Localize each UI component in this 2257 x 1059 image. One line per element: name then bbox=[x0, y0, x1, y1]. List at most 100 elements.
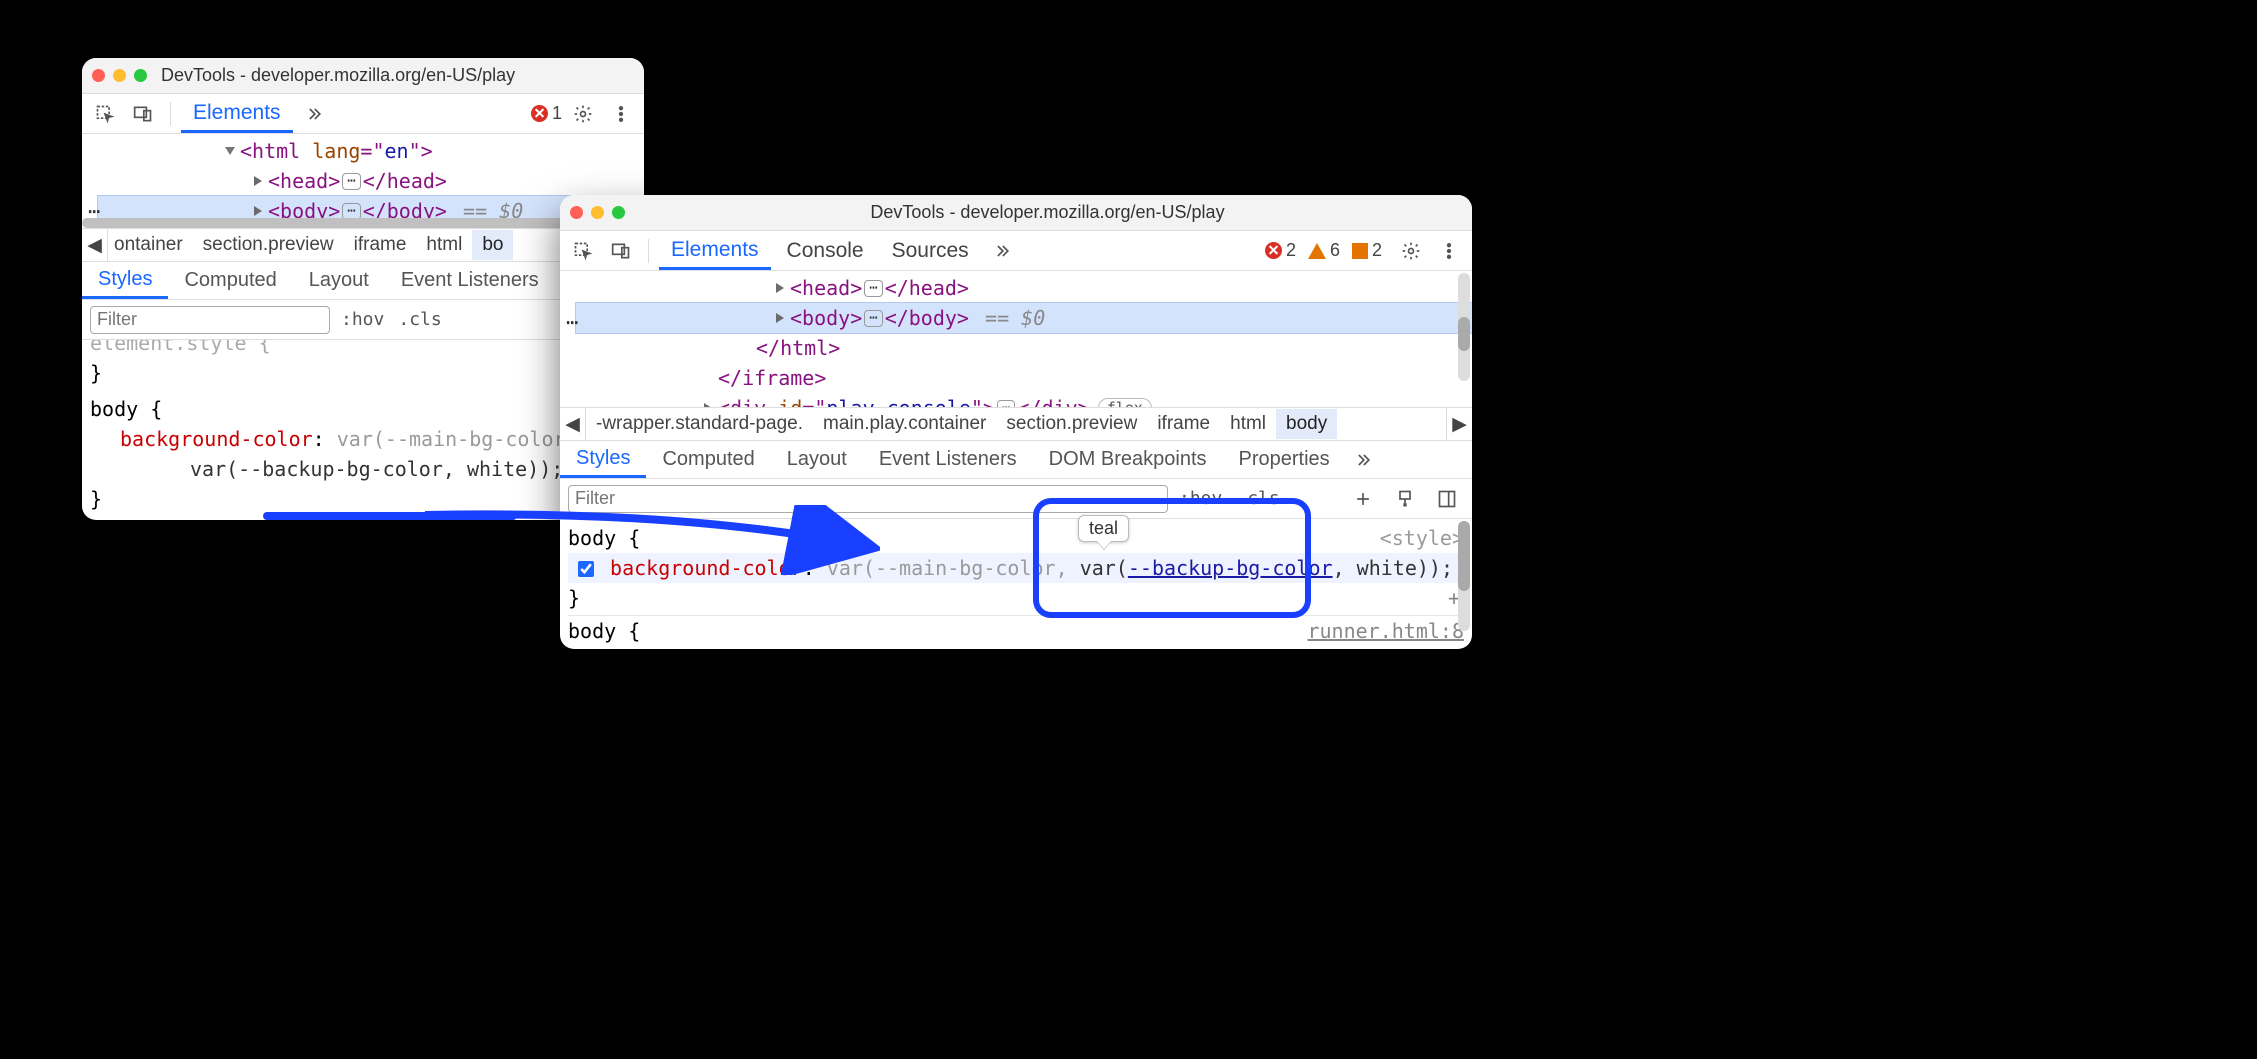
vertical-scrollbar[interactable] bbox=[1458, 521, 1470, 631]
crumb-next-icon[interactable]: ▶ bbox=[1446, 408, 1472, 440]
css-rule[interactable]: element.style { bbox=[90, 340, 636, 358]
ellipsis-icon[interactable]: ⋯ bbox=[342, 173, 360, 190]
tab-sources[interactable]: Sources bbox=[880, 233, 981, 269]
crumb-item[interactable]: iframe bbox=[1147, 409, 1220, 439]
close-icon[interactable] bbox=[92, 69, 105, 82]
minimize-icon[interactable] bbox=[113, 69, 126, 82]
issue-count[interactable]: 2 bbox=[1352, 240, 1382, 261]
titlebar[interactable]: DevTools - developer.mozilla.org/en-US/p… bbox=[82, 58, 644, 94]
subtab-dom-breakpoints[interactable]: DOM Breakpoints bbox=[1033, 442, 1223, 477]
css-selector[interactable]: body { bbox=[90, 394, 162, 424]
hov-button[interactable]: :hov bbox=[1176, 486, 1225, 511]
inspect-icon[interactable] bbox=[88, 97, 122, 131]
cls-button[interactable]: .cls bbox=[1233, 486, 1282, 511]
css-declaration-cont[interactable]: var(--backup-bg-color, white)); bbox=[90, 454, 636, 484]
subtab-layout[interactable]: Layout bbox=[293, 263, 385, 298]
flex-badge[interactable]: flex bbox=[1098, 398, 1152, 407]
tab-elements[interactable]: Elements bbox=[181, 95, 293, 133]
breadcrumb[interactable]: ◀ -wrapper.standard-page. main.play.cont… bbox=[560, 407, 1472, 441]
paint-icon[interactable] bbox=[1388, 482, 1422, 516]
subtab-computed[interactable]: Computed bbox=[168, 263, 292, 298]
css-declaration[interactable]: background-color: var(--main-bg-color, bbox=[90, 424, 636, 454]
selected-node[interactable]: <body>⋯</body> == $0 bbox=[576, 303, 1472, 333]
source-link[interactable]: <style> bbox=[1380, 523, 1464, 553]
crumb-item[interactable]: main.play.container bbox=[813, 409, 996, 439]
main-toolbar: Elements 1 bbox=[82, 94, 644, 134]
css-prop-toggle[interactable] bbox=[578, 561, 594, 577]
titlebar[interactable]: DevTools - developer.mozilla.org/en-US/p… bbox=[560, 195, 1472, 231]
crumb-item[interactable]: -wrapper.standard-page. bbox=[586, 409, 813, 439]
expand-icon[interactable] bbox=[776, 283, 784, 293]
expand-icon[interactable] bbox=[776, 313, 784, 323]
ellipsis-icon[interactable]: ⋯ bbox=[342, 203, 360, 220]
crumb-item[interactable]: body bbox=[1276, 409, 1337, 439]
computed-sidebar-icon[interactable] bbox=[1430, 482, 1464, 516]
expand-icon[interactable] bbox=[254, 206, 262, 216]
more-subtabs-icon[interactable] bbox=[1346, 443, 1380, 477]
styles-pane[interactable]: body { <style> background-color: var(--m… bbox=[560, 519, 1472, 649]
minimize-icon[interactable] bbox=[591, 206, 604, 219]
crumb-item[interactable]: ontainer bbox=[104, 230, 193, 260]
dom-tree[interactable]: <head>⋯</head> <body>⋯</body> == $0 </ht… bbox=[560, 271, 1472, 407]
crumb-item[interactable]: section.preview bbox=[996, 409, 1147, 439]
settings-icon[interactable] bbox=[566, 97, 600, 131]
devtools-window-b: DevTools - developer.mozilla.org/en-US/p… bbox=[560, 195, 1472, 649]
inspect-icon[interactable] bbox=[566, 234, 600, 268]
horizontal-scrollbar[interactable] bbox=[82, 218, 632, 228]
separator bbox=[648, 239, 649, 263]
css-declaration[interactable]: background-color: var(--main-bg-color, v… bbox=[568, 553, 1464, 583]
close-icon[interactable] bbox=[570, 206, 583, 219]
zoom-icon[interactable] bbox=[612, 206, 625, 219]
crumb-item[interactable]: html bbox=[1220, 409, 1276, 439]
zoom-icon[interactable] bbox=[134, 69, 147, 82]
warn-count[interactable]: 6 bbox=[1308, 240, 1340, 261]
device-toolbar-icon[interactable] bbox=[126, 97, 160, 131]
error-count[interactable]: 1 bbox=[531, 103, 562, 124]
ellipsis-icon[interactable]: ⋯ bbox=[864, 280, 882, 297]
expand-icon[interactable] bbox=[254, 176, 262, 186]
subtab-computed[interactable]: Computed bbox=[646, 442, 770, 477]
crumb-item[interactable]: iframe bbox=[344, 230, 417, 260]
traffic-lights[interactable] bbox=[570, 206, 625, 219]
traffic-lights[interactable] bbox=[92, 69, 147, 82]
new-rule-icon[interactable] bbox=[1346, 482, 1380, 516]
css-var-link[interactable]: --backup-bg-color bbox=[1128, 556, 1333, 580]
source-link[interactable]: runner.html:8 bbox=[1307, 616, 1464, 646]
filter-input[interactable] bbox=[568, 485, 1168, 513]
subtab-styles[interactable]: Styles bbox=[82, 262, 168, 299]
filter-input[interactable] bbox=[90, 306, 330, 334]
styles-toolbar: :hov .cls bbox=[560, 479, 1472, 519]
value-tooltip: teal bbox=[1078, 515, 1129, 542]
more-tabs-icon[interactable] bbox=[297, 97, 331, 131]
css-selector[interactable]: body { bbox=[568, 523, 640, 553]
subtab-styles[interactable]: Styles bbox=[560, 441, 646, 478]
html-tag[interactable]: <html lang="en"> bbox=[240, 136, 433, 166]
ellipsis-icon[interactable]: ⋯ bbox=[864, 310, 882, 327]
more-tabs-icon[interactable] bbox=[985, 234, 1019, 268]
error-count[interactable]: 2 bbox=[1265, 240, 1296, 261]
subtab-properties[interactable]: Properties bbox=[1223, 442, 1346, 477]
crumb-prev-icon[interactable]: ◀ bbox=[560, 408, 586, 440]
kebab-menu-icon[interactable] bbox=[1432, 234, 1466, 268]
subtab-event-listeners[interactable]: Event Listeners bbox=[863, 442, 1033, 477]
cls-button[interactable]: .cls bbox=[395, 307, 444, 332]
styles-subtabs: Styles Computed Layout Event Listeners D… bbox=[560, 441, 1472, 479]
ellipsis-icon[interactable]: ⋯ bbox=[997, 400, 1015, 408]
tab-console[interactable]: Console bbox=[775, 233, 876, 269]
kebab-menu-icon[interactable] bbox=[604, 97, 638, 131]
css-selector[interactable]: body { bbox=[568, 616, 640, 646]
ellipsis-icon[interactable]: ⋯ bbox=[566, 307, 578, 337]
hov-button[interactable]: :hov bbox=[338, 307, 387, 332]
crumb-item[interactable]: bo bbox=[472, 230, 513, 260]
issue-icon bbox=[1352, 243, 1368, 259]
vertical-scrollbar[interactable] bbox=[1458, 273, 1470, 381]
subtab-event-listeners[interactable]: Event Listeners bbox=[385, 263, 555, 298]
tab-elements[interactable]: Elements bbox=[659, 232, 771, 270]
settings-icon[interactable] bbox=[1394, 234, 1428, 268]
crumb-item[interactable]: html bbox=[416, 230, 472, 260]
error-icon bbox=[1265, 242, 1282, 259]
expand-icon[interactable] bbox=[225, 147, 235, 155]
device-toolbar-icon[interactable] bbox=[604, 234, 638, 268]
crumb-item[interactable]: section.preview bbox=[193, 230, 344, 260]
subtab-layout[interactable]: Layout bbox=[771, 442, 863, 477]
